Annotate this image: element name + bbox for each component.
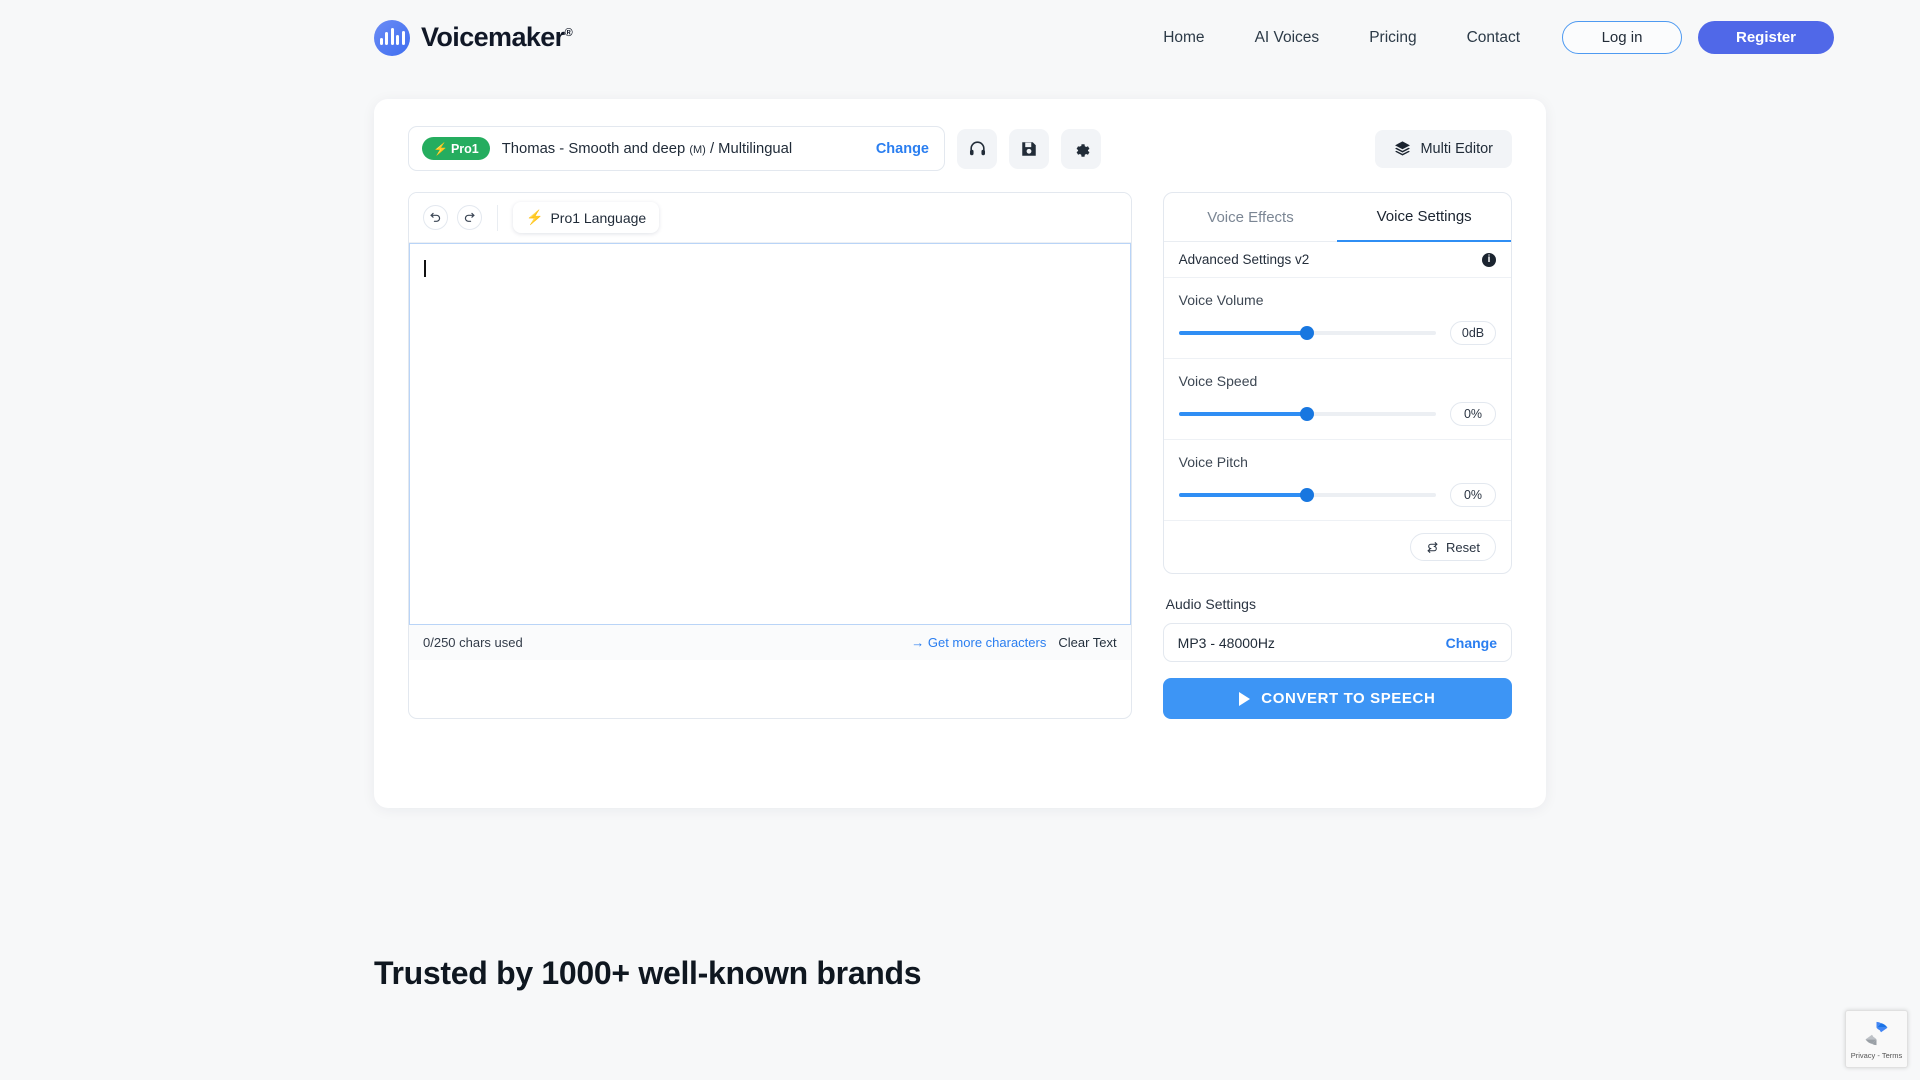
advanced-settings-label: Advanced Settings v2 [1178, 252, 1310, 267]
audio-format-row[interactable]: MP3 - 48000Hz Change [1162, 623, 1512, 662]
slider-thumb[interactable] [1300, 407, 1315, 421]
multi-editor-button[interactable]: Multi Editor [1375, 129, 1512, 168]
reset-button[interactable]: Reset [1410, 533, 1496, 561]
undo-icon [430, 212, 441, 222]
undo-button[interactable] [423, 205, 448, 230]
voice-name-main: Thomas - Smooth and deep [501, 140, 686, 157]
reset-label: Reset [1446, 539, 1480, 555]
brand-logo[interactable]: Voicemaker® [374, 19, 573, 56]
lightning-bolt-icon: ⚡ [526, 209, 544, 225]
nav-item-ai-voices[interactable]: AI Voices [1230, 29, 1345, 47]
voice-pitch-row: 0% [1178, 483, 1496, 507]
site-header: Voicemaker® Home AI Voices Pricing Conta… [0, 0, 1920, 75]
headphones-icon [969, 141, 985, 156]
get-more-characters-label: Get more characters [927, 635, 1047, 650]
nav-item-pricing[interactable]: Pricing [1344, 29, 1441, 47]
voice-settings-card: Voice Effects Voice Settings Advanced Se… [1162, 192, 1512, 574]
main-navigation: Home AI Voices Pricing Contact Log in Re… [1138, 21, 1920, 54]
voice-gender: (M) [689, 143, 706, 156]
nav-item-home[interactable]: Home [1138, 29, 1229, 47]
pro-language-button[interactable]: ⚡ Pro1 Language [513, 202, 660, 233]
convert-to-speech-button[interactable]: CONVERT TO SPEECH [1162, 678, 1512, 719]
save-button[interactable] [1009, 128, 1049, 169]
recaptcha-icon [1865, 1021, 1888, 1046]
play-icon [1239, 691, 1251, 706]
voice-pitch-value[interactable]: 0% [1450, 483, 1496, 507]
recaptcha-badge[interactable]: Privacy - Terms [1845, 1010, 1908, 1068]
voice-selector[interactable]: ⚡ Pro1 Thomas - Smooth and deep (M) / Mu… [408, 126, 945, 171]
voice-speed-row: 0% [1178, 402, 1496, 426]
editor-toolbar: ⚡ Pro1 Language [409, 193, 1131, 243]
voice-volume-value[interactable]: 0dB [1450, 321, 1496, 345]
voice-speed-slider[interactable] [1178, 407, 1436, 421]
pro-language-label: Pro1 Language [550, 209, 647, 226]
gear-icon [1076, 143, 1090, 157]
audio-settings-label: Audio Settings [1165, 596, 1256, 612]
change-audio-settings-link[interactable]: Change [1446, 635, 1497, 651]
headphones-button[interactable] [957, 128, 997, 169]
voice-volume-label: Voice Volume [1178, 292, 1264, 308]
text-input-area[interactable] [409, 243, 1131, 625]
audio-format-value: MP3 - 48000Hz [1177, 634, 1275, 651]
slider-fill [1178, 493, 1308, 497]
convert-to-speech-label: CONVERT TO SPEECH [1261, 690, 1436, 707]
lightning-bolt-icon: ⚡ [433, 141, 448, 156]
save-icon [1022, 141, 1036, 156]
editor-topbar: ⚡ Pro1 Thomas - Smooth and deep (M) / Mu… [374, 99, 1546, 171]
login-button[interactable]: Log in [1562, 21, 1682, 54]
editor-body: ⚡ Pro1 Language 0/250 chars used → Get m… [374, 171, 1546, 719]
voice-pitch-label: Voice Pitch [1178, 454, 1248, 470]
redo-button[interactable] [457, 205, 482, 230]
slider-fill [1178, 412, 1308, 416]
pro-badge: ⚡ Pro1 [422, 137, 490, 160]
text-cursor [424, 260, 426, 278]
brand-name-text: Voicemaker [421, 22, 565, 52]
voice-volume-slider[interactable] [1178, 326, 1436, 340]
slider-fill [1178, 331, 1308, 335]
voice-volume-block: Voice Volume 0dB [1163, 278, 1511, 359]
tts-editor-card: ⚡ Pro1 Thomas - Smooth and deep (M) / Mu… [374, 99, 1546, 808]
editor-footer: 0/250 chars used → Get more characters C… [409, 625, 1131, 660]
slider-thumb[interactable] [1300, 488, 1315, 502]
nav-item-contact[interactable]: Contact [1442, 29, 1545, 47]
pro-badge-label: Pro1 [450, 141, 479, 156]
brand-registered-mark: ® [564, 27, 573, 39]
toolbar-divider [497, 204, 498, 231]
settings-panel: Voice Effects Voice Settings Advanced Se… [1162, 192, 1512, 719]
settings-gear-button[interactable] [1061, 128, 1101, 169]
advanced-settings-row: Advanced Settings v2 i [1163, 242, 1511, 278]
refresh-icon [1427, 541, 1438, 553]
voice-pitch-slider[interactable] [1178, 488, 1436, 502]
tab-voice-settings[interactable]: Voice Settings [1337, 193, 1511, 242]
editor-footer-actions: → Get more characters Clear Text [911, 635, 1116, 650]
recaptcha-privacy-terms[interactable]: Privacy - Terms [1851, 1051, 1903, 1060]
redo-icon [464, 212, 475, 222]
selected-voice-name: Thomas - Smooth and deep (M) / Multiling… [502, 141, 792, 157]
clear-text-button[interactable]: Clear Text [1058, 635, 1116, 650]
voice-speed-label: Voice Speed [1178, 373, 1258, 389]
register-button[interactable]: Register [1698, 21, 1834, 54]
change-voice-link[interactable]: Change [876, 141, 929, 157]
brand-name: Voicemaker® [421, 22, 573, 53]
info-icon[interactable]: i [1482, 252, 1496, 267]
voice-volume-row: 0dB [1178, 321, 1496, 345]
voice-speed-block: Voice Speed 0% [1163, 359, 1511, 440]
waveform-logo-icon [374, 19, 410, 56]
trusted-brands-heading: Trusted by 1000+ well-known brands [374, 955, 922, 991]
get-more-characters-link[interactable]: → Get more characters [911, 635, 1046, 650]
char-counter: 0/250 chars used [423, 635, 523, 650]
reset-row: Reset [1164, 521, 1511, 573]
voice-speed-value[interactable]: 0% [1450, 402, 1496, 426]
slider-thumb[interactable] [1300, 326, 1315, 340]
multi-editor-label: Multi Editor [1420, 140, 1493, 157]
settings-tabs: Voice Effects Voice Settings [1163, 193, 1511, 242]
text-editor-panel: ⚡ Pro1 Language 0/250 chars used → Get m… [408, 192, 1132, 719]
layers-icon [1395, 141, 1411, 156]
voice-pitch-block: Voice Pitch 0% [1163, 440, 1511, 521]
voice-language: / Multilingual [709, 140, 793, 157]
tab-voice-effects[interactable]: Voice Effects [1163, 193, 1338, 242]
